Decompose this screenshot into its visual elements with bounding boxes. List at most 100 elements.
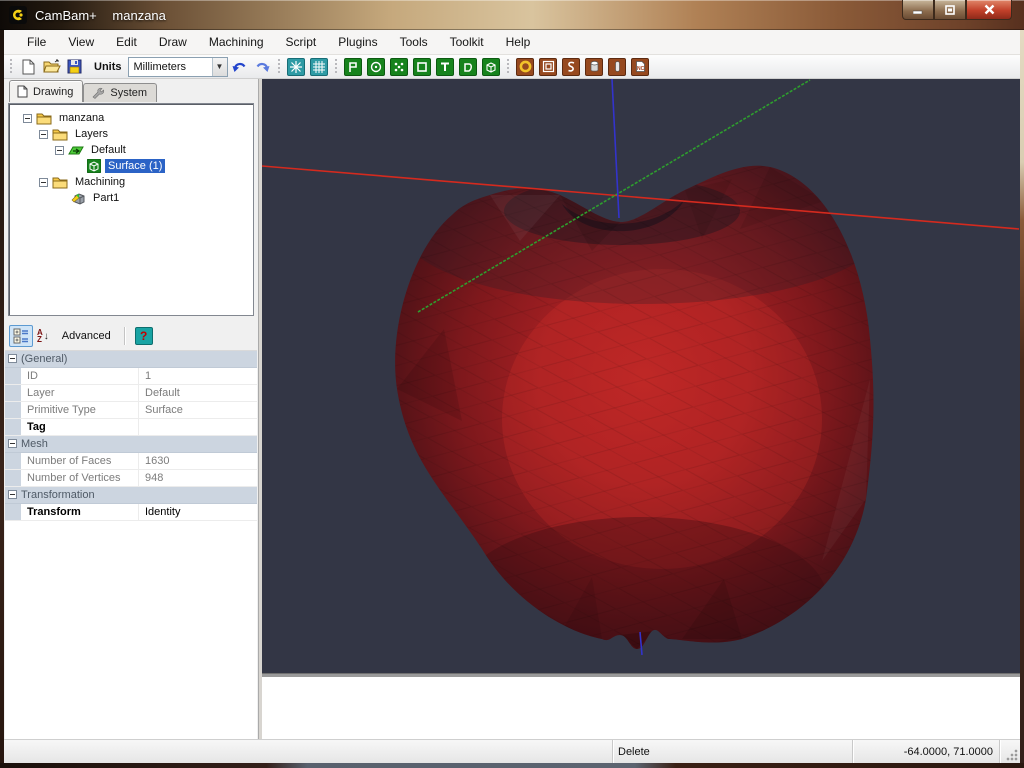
collapse-icon[interactable]: [8, 354, 17, 363]
property-row-id[interactable]: ID 1: [5, 368, 257, 385]
toolbar-grip[interactable]: [9, 59, 14, 75]
menu-tools[interactable]: Tools: [389, 31, 439, 53]
resize-grip[interactable]: [1000, 740, 1020, 763]
minimize-button[interactable]: [902, 0, 934, 20]
menu-machining[interactable]: Machining: [198, 31, 275, 53]
tree-item-surface[interactable]: Surface (1): [9, 158, 253, 174]
machine-pocket-button[interactable]: [538, 57, 559, 77]
tree-item-label-selected[interactable]: Surface (1): [105, 159, 165, 173]
maximize-icon: [945, 5, 955, 15]
menu-view[interactable]: View: [57, 31, 105, 53]
tab-system[interactable]: System: [83, 83, 157, 102]
undo-button[interactable]: [229, 57, 250, 77]
property-row-transform[interactable]: Transform Identity: [5, 504, 257, 521]
draw-polyline-button[interactable]: [343, 57, 364, 77]
category-label: Transformation: [21, 487, 95, 503]
menu-draw[interactable]: Draw: [148, 31, 198, 53]
draw-rectangle-button[interactable]: [412, 57, 433, 77]
property-value[interactable]: 1630: [139, 453, 257, 469]
tree-item-manzana[interactable]: manzana: [9, 110, 253, 126]
region-icon: [459, 58, 477, 76]
machine-ncfile-button[interactable]: NC: [630, 57, 651, 77]
draw-point-button[interactable]: [286, 57, 307, 77]
machine-profile-button[interactable]: [515, 57, 536, 77]
collapse-icon[interactable]: [55, 146, 64, 155]
property-row-layer[interactable]: Layer Default: [5, 385, 257, 402]
tree-item-machining[interactable]: Machining: [9, 174, 253, 190]
units-combobox[interactable]: Millimeters ▼: [128, 57, 228, 77]
tree-item-layers[interactable]: Layers: [9, 126, 253, 142]
machine-engrave-button[interactable]: [561, 57, 582, 77]
save-file-button[interactable]: [64, 57, 85, 77]
property-value[interactable]: Default: [139, 385, 257, 401]
categorized-view-button[interactable]: [9, 325, 33, 347]
collapse-icon[interactable]: [39, 178, 48, 187]
toolbar-grip[interactable]: [277, 59, 282, 75]
menu-edit[interactable]: Edit: [105, 31, 148, 53]
property-value[interactable]: Surface: [139, 402, 257, 418]
titlebar[interactable]: CamBam+ manzana: [0, 0, 1024, 30]
help-button[interactable]: ?: [135, 327, 153, 345]
property-row-tag[interactable]: Tag: [5, 419, 257, 436]
app-logo-icon: [9, 6, 27, 24]
drawing-page-icon: [17, 85, 28, 98]
menu-help[interactable]: Help: [495, 31, 542, 53]
collapse-icon[interactable]: [23, 114, 32, 123]
collapse-icon[interactable]: [8, 439, 17, 448]
maximize-button[interactable]: [934, 0, 966, 20]
tree-item-label[interactable]: Machining: [72, 175, 128, 189]
close-button[interactable]: [966, 0, 1012, 20]
draw-text-button[interactable]: [435, 57, 456, 77]
surface-icon: [482, 58, 500, 76]
property-row-vertices[interactable]: Number of Vertices 948: [5, 470, 257, 487]
toolbar-grip[interactable]: [506, 59, 511, 75]
draw-region-button[interactable]: [458, 57, 479, 77]
property-row-primitive-type[interactable]: Primitive Type Surface: [5, 402, 257, 419]
advanced-button[interactable]: Advanced: [53, 325, 120, 347]
tree-item-label[interactable]: Default: [88, 143, 129, 157]
collapse-icon[interactable]: [8, 490, 17, 499]
alphabetical-sort-button[interactable]: AZ↓: [33, 325, 53, 347]
property-label: Tag: [21, 419, 139, 435]
chevron-down-icon[interactable]: ▼: [212, 58, 227, 76]
new-file-button[interactable]: [18, 57, 39, 77]
polyline-icon: [344, 58, 362, 76]
open-file-button[interactable]: [41, 57, 62, 77]
profile-icon: [516, 58, 534, 76]
tree-item-part1[interactable]: Part1: [9, 190, 253, 206]
categorized-icon: [13, 328, 29, 344]
tree-item-label[interactable]: manzana: [56, 111, 107, 125]
folder-icon: [52, 176, 68, 189]
tree-item-label[interactable]: Part1: [90, 191, 122, 205]
menu-plugins[interactable]: Plugins: [327, 31, 388, 53]
menu-script[interactable]: Script: [275, 31, 328, 53]
category-mesh[interactable]: Mesh: [5, 436, 257, 453]
draw-surface-button[interactable]: [481, 57, 502, 77]
category-label: Mesh: [21, 436, 48, 452]
statusbar: Delete -64.0000, 71.0000: [4, 739, 1020, 763]
property-row-faces[interactable]: Number of Faces 1630: [5, 453, 257, 470]
collapse-icon[interactable]: [39, 130, 48, 139]
machine-lathe-button[interactable]: [607, 57, 628, 77]
category-label: (General): [21, 351, 67, 367]
redo-button[interactable]: [252, 57, 273, 77]
window-title-document: manzana: [112, 8, 165, 23]
machine-drill-button[interactable]: [584, 57, 605, 77]
property-value[interactable]: 1: [139, 368, 257, 384]
property-value[interactable]: 948: [139, 470, 257, 486]
toolbar-grip[interactable]: [334, 59, 339, 75]
property-value[interactable]: [139, 419, 257, 435]
category-general[interactable]: (General): [5, 351, 257, 368]
draw-circle-button[interactable]: [366, 57, 387, 77]
tab-drawing[interactable]: Drawing: [9, 80, 83, 102]
point-list-icon: [390, 58, 408, 76]
tree-item-default-layer[interactable]: Default: [9, 142, 253, 158]
menu-toolkit[interactable]: Toolkit: [439, 31, 495, 53]
tree-item-label[interactable]: Layers: [72, 127, 111, 141]
draw-points-button[interactable]: [389, 57, 410, 77]
viewport-3d[interactable]: [262, 79, 1020, 673]
grid-toggle-button[interactable]: [309, 57, 330, 77]
property-value[interactable]: Identity: [139, 504, 257, 520]
menu-file[interactable]: File: [16, 31, 57, 53]
category-transformation[interactable]: Transformation: [5, 487, 257, 504]
